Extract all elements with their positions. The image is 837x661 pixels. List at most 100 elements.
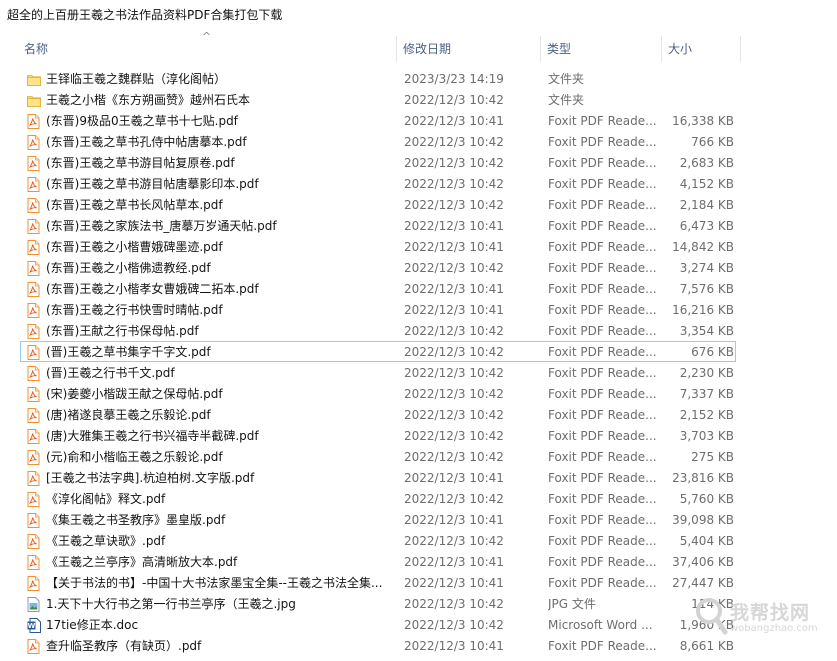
file-name: 【关于书法的书】-中国十大书法家墨宝全集--王羲之书法全集...	[46, 576, 383, 590]
file-row[interactable]: (东晋)王羲之家族法书_唐摹万岁通天帖.pdf 2022/12/3 10:41 Fo…	[20, 215, 736, 236]
file-name: 查升临圣教序（有缺页）.pdf	[46, 639, 202, 653]
file-row[interactable]: 1.天下十大行书之第一行书兰亭序（王羲之.jpg 2022/12/3 10:42 J…	[20, 593, 736, 614]
column-divider[interactable]	[396, 36, 397, 62]
file-name: (东晋)王羲之草书长风帖草本.pdf	[46, 198, 223, 212]
pdf-file-icon	[27, 156, 40, 171]
pdf-file-icon	[27, 219, 40, 234]
folder-row[interactable]: 王铎临王羲之魏群贴（淳化阁帖） 2023/3/23 14:19 文件夹	[20, 68, 736, 89]
file-row[interactable]: (东晋)9极品0王羲之草书十七贴.pdf 2022/12/3 10:41 Foxit…	[20, 110, 736, 131]
file-size: 5,404 KB	[679, 534, 734, 548]
file-size: 676 KB	[691, 345, 734, 359]
file-size: 4,152 KB	[679, 177, 734, 191]
image-file-icon	[27, 597, 40, 612]
file-row[interactable]: (东晋)王羲之草书长风帖草本.pdf 2022/12/3 10:42 Foxit P…	[20, 194, 736, 215]
file-name: 《王羲之草诀歌》.pdf	[46, 534, 166, 548]
file-name: (宋)姜夔小楷跋王献之保母帖.pdf	[46, 387, 223, 401]
file-row[interactable]: (东晋)王羲之小楷孝女曹娥碑二拓本.pdf 2022/12/3 10:41 Foxi…	[20, 278, 736, 299]
file-name: 王羲之小楷《东方朔画赞》越州石氏本	[46, 93, 251, 107]
watermark-text: 我帮找网	[730, 602, 811, 624]
file-name: (东晋)王羲之草书孔侍中帖唐摹本.pdf	[46, 135, 247, 149]
pdf-file-icon	[27, 450, 40, 465]
file-row[interactable]: W 17tie修正本.doc 2022/12/3 10:42 Microsoft Wo…	[20, 614, 736, 635]
file-name: 《王羲之兰亭序》高清晰放大本.pdf	[46, 555, 238, 569]
file-size: 3,354 KB	[679, 324, 734, 338]
file-name: (东晋)王羲之草书游目帖复原卷.pdf	[46, 156, 235, 170]
file-name: 17tie修正本.doc	[46, 618, 139, 632]
file-row[interactable]: [王羲之书法字典].杭迫柏树.文字版.pdf 2022/12/3 10:41 Fox…	[20, 467, 736, 488]
pdf-file-icon	[27, 366, 40, 381]
file-row[interactable]: 《王羲之草诀歌》.pdf 2022/12/3 10:42 Foxit PDF Rea…	[20, 530, 736, 551]
file-name: (元)俞和小楷临王羲之乐毅论.pdf	[46, 450, 223, 464]
sort-ascending-icon: ^	[202, 30, 212, 43]
file-name: (晋)王羲之行书千文.pdf	[46, 366, 175, 380]
column-divider[interactable]	[740, 36, 741, 62]
file-name: (东晋)王羲之家族法书_唐摹万岁通天帖.pdf	[46, 219, 277, 233]
file-size: 5,760 KB	[679, 492, 734, 506]
file-row[interactable]: (宋)姜夔小楷跋王献之保母帖.pdf 2022/12/3 10:42 Foxit P…	[20, 383, 736, 404]
file-row[interactable]: (元)俞和小楷临王羲之乐毅论.pdf 2022/12/3 10:42 Foxit P…	[20, 446, 736, 467]
file-size: 2,152 KB	[679, 408, 734, 422]
file-modified-date: 2022/12/3 10:42	[404, 429, 504, 443]
pdf-file-icon	[27, 324, 40, 339]
folder-row[interactable]: 王羲之小楷《东方朔画赞》越州石氏本 2022/12/3 10:42 文件夹	[20, 89, 736, 110]
pdf-file-icon	[27, 639, 40, 654]
file-type: 文件夹	[548, 72, 585, 86]
file-row[interactable]: 《集王羲之书圣教序》墨皇版.pdf 2022/12/3 10:41 Foxit PD…	[20, 509, 736, 530]
column-header-type[interactable]: 类型	[547, 32, 571, 66]
pdf-file-icon	[27, 555, 40, 570]
column-divider[interactable]	[540, 36, 541, 62]
file-modified-date: 2022/12/3 10:42	[404, 408, 504, 422]
folder-icon	[27, 72, 41, 86]
file-name: (东晋)9极品0王羲之草书十七贴.pdf	[46, 114, 238, 128]
file-size: 37,406 KB	[672, 555, 734, 569]
file-name: [王羲之书法字典].杭迫柏树.文字版.pdf	[46, 471, 255, 485]
pdf-file-icon	[27, 471, 40, 486]
file-modified-date: 2022/12/3 10:42	[404, 93, 504, 107]
column-header-name[interactable]: 名称	[24, 32, 48, 66]
file-row[interactable]: (晋)王羲之草书集字千字文.pdf 2022/12/3 10:42 Foxit PD…	[20, 341, 736, 362]
file-size: 16,216 KB	[672, 303, 734, 317]
file-row[interactable]: (唐)褚遂良摹王羲之乐毅论.pdf 2022/12/3 10:42 Foxit PD…	[20, 404, 736, 425]
file-modified-date: 2022/12/3 10:41	[404, 219, 504, 233]
pdf-file-icon	[27, 303, 40, 318]
pdf-file-icon	[27, 534, 40, 549]
file-type: 文件夹	[548, 93, 585, 107]
file-modified-date: 2022/12/3 10:42	[404, 450, 504, 464]
column-header-size[interactable]: 大小	[668, 32, 692, 66]
file-size: 7,337 KB	[679, 387, 734, 401]
column-header-date[interactable]: 修改日期	[403, 32, 451, 66]
file-row[interactable]: (东晋)王羲之小楷曹娥碑墨迹.pdf 2022/12/3 10:41 Foxit P…	[20, 236, 736, 257]
file-row[interactable]: (东晋)王献之行书保母帖.pdf 2022/12/3 10:42 Foxit PDF…	[20, 320, 736, 341]
file-row[interactable]: 【关于书法的书】-中国十大书法家墨宝全集--王羲之书法全集... 2022/12/…	[20, 572, 736, 593]
file-row[interactable]: (唐)大雅集王羲之行书兴福寺半截碑.pdf 2022/12/3 10:42 Foxi…	[20, 425, 736, 446]
pdf-file-icon	[27, 513, 40, 528]
file-modified-date: 2022/12/3 10:42	[404, 198, 504, 212]
file-name: (东晋)王羲之草书游目帖唐摹影印本.pdf	[46, 177, 259, 191]
file-row[interactable]: (东晋)王羲之草书游目帖复原卷.pdf 2022/12/3 10:42 Foxit …	[20, 152, 736, 173]
file-row[interactable]: (东晋)王羲之草书游目帖唐摹影印本.pdf 2022/12/3 10:42 Foxi…	[20, 173, 736, 194]
file-modified-date: 2022/12/3 10:41	[404, 303, 504, 317]
folder-icon	[27, 93, 41, 107]
file-row[interactable]: (东晋)王羲之草书孔侍中帖唐摹本.pdf 2022/12/3 10:42 Foxit…	[20, 131, 736, 152]
column-divider[interactable]	[661, 36, 662, 62]
file-row[interactable]: 查升临圣教序（有缺页）.pdf 2022/12/3 10:41 Foxit PDF …	[20, 635, 736, 656]
file-modified-date: 2022/12/3 10:42	[404, 261, 504, 275]
file-modified-date: 2022/12/3 10:41	[404, 639, 504, 653]
pdf-file-icon	[27, 198, 40, 213]
file-name: (晋)王羲之草书集字千字文.pdf	[46, 345, 211, 359]
file-size: 39,098 KB	[672, 513, 734, 527]
file-size: 3,703 KB	[679, 429, 734, 443]
file-size: 114 KB	[691, 597, 734, 611]
file-row[interactable]: 《王羲之兰亭序》高清晰放大本.pdf 2022/12/3 10:41 Foxit P…	[20, 551, 736, 572]
file-row[interactable]: (晋)王羲之行书千文.pdf 2022/12/3 10:42 Foxit PDF R…	[20, 362, 736, 383]
file-size: 27,447 KB	[672, 576, 734, 590]
file-row[interactable]: (东晋)王羲之行书快雪时晴帖.pdf 2022/12/3 10:41 Foxit P…	[20, 299, 736, 320]
file-size: 2,230 KB	[679, 366, 734, 380]
file-size: 275 KB	[691, 450, 734, 464]
file-size: 1,960 KB	[679, 618, 734, 632]
file-row[interactable]: (东晋)王羲之小楷佛遗教经.pdf 2022/12/3 10:42 Foxit PD…	[20, 257, 736, 278]
svg-text:W: W	[28, 622, 36, 630]
file-modified-date: 2022/12/3 10:41	[404, 513, 504, 527]
file-row[interactable]: 《淳化阁帖》释文.pdf 2022/12/3 10:42 Foxit PDF Rea…	[20, 488, 736, 509]
file-name: (东晋)王羲之小楷孝女曹娥碑二拓本.pdf	[46, 282, 259, 296]
